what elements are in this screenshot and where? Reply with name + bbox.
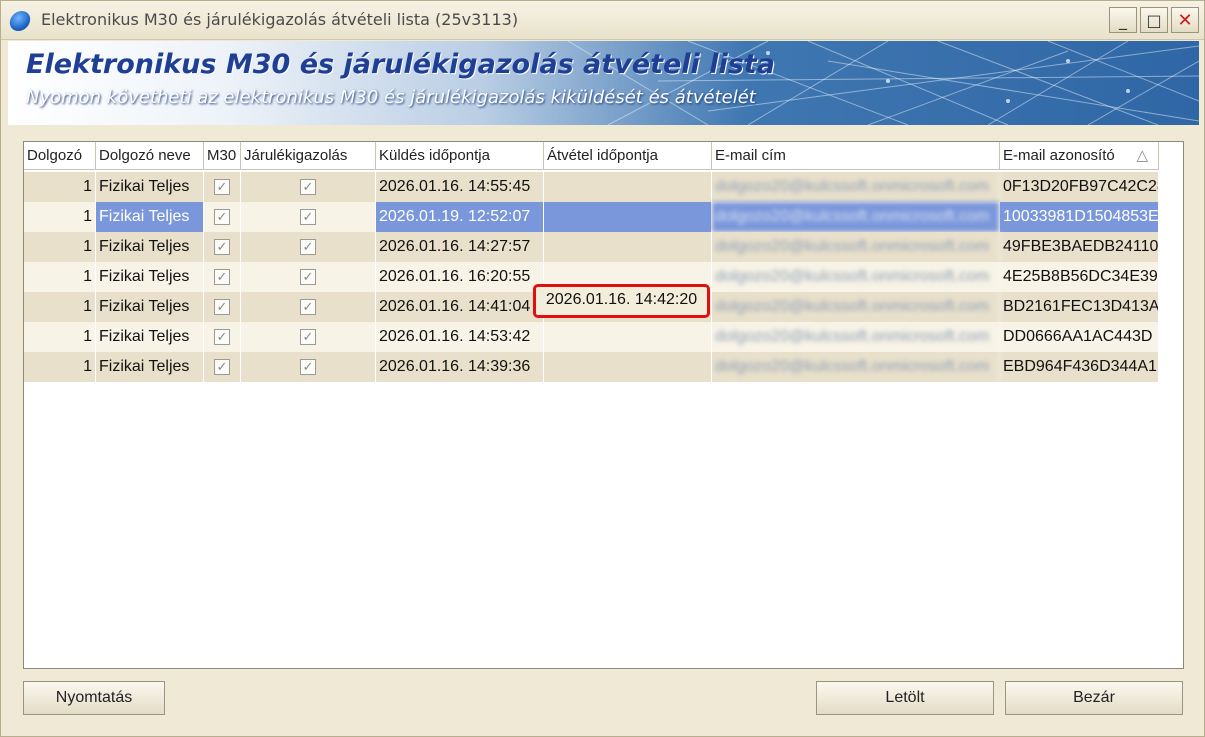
cell-jarulekigazolas[interactable]: ✓: [241, 202, 376, 232]
checkbox-checked-icon[interactable]: ✓: [214, 209, 230, 225]
cell-dolgozo-neve[interactable]: Fizikai Teljes: [96, 262, 204, 292]
cell-email-cim[interactable]: dolgozo20@kulcssoft.onmicrosoft.com: [712, 292, 1000, 322]
cell-m30[interactable]: ✓: [204, 292, 241, 322]
column-header-dolgozo[interactable]: Dolgozó: [24, 142, 96, 170]
cell-dolgozo[interactable]: 1: [24, 232, 96, 262]
checkbox-checked-icon[interactable]: ✓: [300, 329, 316, 345]
column-header-kuldes-idopontja[interactable]: Küldés időpontja: [376, 142, 544, 170]
cell-jarulekigazolas[interactable]: ✓: [241, 322, 376, 352]
column-header-atvetel-idopontja[interactable]: Átvétel időpontja: [544, 142, 712, 170]
checkbox-checked-icon[interactable]: ✓: [300, 179, 316, 195]
cell-email-cim[interactable]: dolgozo20@kulcssoft.onmicrosoft.com: [712, 262, 1000, 292]
cell-email-azonosito[interactable]: EBD964F436D344A1: [1000, 352, 1159, 382]
cell-dolgozo[interactable]: 1: [24, 292, 96, 322]
cell-jarulekigazolas[interactable]: ✓: [241, 292, 376, 322]
cell-jarulekigazolas[interactable]: ✓: [241, 172, 376, 202]
cell-dolgozo-neve[interactable]: Fizikai Teljes: [96, 292, 204, 322]
cell-email-cim[interactable]: dolgozo20@kulcssoft.onmicrosoft.com: [712, 352, 1000, 382]
cell-email-cim[interactable]: dolgozo20@kulcssoft.onmicrosoft.com: [712, 202, 1000, 232]
cell-email-cim[interactable]: dolgozo20@kulcssoft.onmicrosoft.com: [712, 322, 1000, 352]
data-grid[interactable]: Dolgozó Dolgozó neve M30 Járulékigazolás…: [23, 141, 1184, 669]
column-header-email-cim[interactable]: E-mail cím: [712, 142, 1000, 170]
checkbox-checked-icon[interactable]: ✓: [300, 209, 316, 225]
cell-dolgozo-neve[interactable]: Fizikai Teljes: [96, 232, 204, 262]
cell-email-azonosito[interactable]: DD0666AA1AC443D: [1000, 322, 1159, 352]
app-logo-icon: [8, 11, 32, 31]
cell-atvetel-idopontja[interactable]: [544, 352, 712, 382]
cell-m30[interactable]: ✓: [204, 172, 241, 202]
cell-email-azonosito[interactable]: 49FBE3BAEDB24110: [1000, 232, 1159, 262]
table-row[interactable]: 1 Fizikai Teljes ✓ ✓ 2026.01.16. 14:55:45 dol…: [24, 172, 1159, 202]
cell-dolgozo[interactable]: 1: [24, 262, 96, 292]
checkbox-checked-icon[interactable]: ✓: [214, 269, 230, 285]
column-header-email-azonosito-label: E-mail azonosító: [1003, 147, 1115, 164]
application-window: Elektronikus M30 és járulékigazolás átvé…: [0, 0, 1205, 737]
cell-dolgozo-neve[interactable]: Fizikai Teljes: [96, 172, 204, 202]
cell-kuldes-idopontja[interactable]: 2026.01.16. 14:41:04: [376, 292, 544, 322]
close-button[interactable]: Bezár: [1005, 681, 1183, 715]
checkbox-checked-icon[interactable]: ✓: [214, 299, 230, 315]
cell-atvetel-idopontja[interactable]: [544, 172, 712, 202]
cell-m30[interactable]: ✓: [204, 322, 241, 352]
banner-subtitle: Nyomon követheti az elektronikus M30 és …: [26, 87, 756, 108]
cell-email-cim[interactable]: dolgozo20@kulcssoft.onmicrosoft.com: [712, 172, 1000, 202]
cell-m30[interactable]: ✓: [204, 202, 241, 232]
cell-dolgozo-neve[interactable]: Fizikai Teljes: [96, 352, 204, 382]
cell-jarulekigazolas[interactable]: ✓: [241, 352, 376, 382]
checkbox-checked-icon[interactable]: ✓: [214, 359, 230, 375]
cell-jarulekigazolas[interactable]: ✓: [241, 232, 376, 262]
cell-email-azonosito[interactable]: 4E25B8B56DC34E39: [1000, 262, 1159, 292]
table-row[interactable]: 1 Fizikai Teljes ✓ ✓ 2026.01.16. 14:39:36 dol…: [24, 352, 1159, 382]
window-title: Elektronikus M30 és járulékigazolás átvé…: [41, 10, 519, 29]
cell-kuldes-idopontja[interactable]: 2026.01.16. 16:20:55: [376, 262, 544, 292]
sort-ascending-icon: △: [1136, 147, 1148, 164]
cell-m30[interactable]: ✓: [204, 232, 241, 262]
cell-m30[interactable]: ✓: [204, 262, 241, 292]
highlighted-atvetel-cell[interactable]: 2026.01.16. 14:42:20: [533, 284, 710, 318]
checkbox-checked-icon[interactable]: ✓: [214, 329, 230, 345]
checkbox-checked-icon[interactable]: ✓: [300, 359, 316, 375]
cell-dolgozo-neve[interactable]: Fizikai Teljes: [96, 322, 204, 352]
checkbox-checked-icon[interactable]: ✓: [300, 299, 316, 315]
cell-dolgozo-neve[interactable]: Fizikai Teljes: [96, 202, 204, 232]
download-button[interactable]: Letölt: [816, 681, 994, 715]
cell-email-azonosito[interactable]: 10033981D1504853E: [1000, 202, 1159, 232]
cell-jarulekigazolas[interactable]: ✓: [241, 262, 376, 292]
minimize-button[interactable]: _: [1109, 7, 1137, 33]
checkbox-checked-icon[interactable]: ✓: [300, 269, 316, 285]
cell-kuldes-idopontja[interactable]: 2026.01.19. 12:52:07: [376, 202, 544, 232]
column-header-m30[interactable]: M30: [204, 142, 241, 170]
cell-kuldes-idopontja[interactable]: 2026.01.16. 14:39:36: [376, 352, 544, 382]
close-window-button[interactable]: ✕: [1171, 7, 1199, 33]
cell-kuldes-idopontja[interactable]: 2026.01.16. 14:27:57: [376, 232, 544, 262]
cell-atvetel-idopontja[interactable]: [544, 322, 712, 352]
cell-dolgozo[interactable]: 1: [24, 322, 96, 352]
cell-email-azonosito[interactable]: BD2161FEC13D413A: [1000, 292, 1159, 322]
cell-atvetel-idopontja[interactable]: [544, 202, 712, 232]
table-row[interactable]: 1 Fizikai Teljes ✓ ✓ 2026.01.19. 12:52:07 dol…: [24, 202, 1159, 232]
checkbox-checked-icon[interactable]: ✓: [300, 239, 316, 255]
header-banner: Elektronikus M30 és járulékigazolás átvé…: [8, 41, 1199, 125]
cell-email-azonosito[interactable]: 0F13D20FB97C42C28: [1000, 172, 1159, 202]
cell-dolgozo[interactable]: 1: [24, 172, 96, 202]
maximize-button[interactable]: □: [1140, 7, 1168, 33]
cell-kuldes-idopontja[interactable]: 2026.01.16. 14:55:45: [376, 172, 544, 202]
column-header-dolgozo-neve[interactable]: Dolgozó neve: [96, 142, 204, 170]
checkbox-checked-icon[interactable]: ✓: [214, 239, 230, 255]
banner-title: Elektronikus M30 és járulékigazolás átvé…: [26, 49, 775, 80]
cell-dolgozo[interactable]: 1: [24, 202, 96, 232]
table-row[interactable]: 1 Fizikai Teljes ✓ ✓ 2026.01.16. 14:53:42 dol…: [24, 322, 1159, 352]
title-bar[interactable]: Elektronikus M30 és járulékigazolás átvé…: [1, 1, 1204, 40]
cell-dolgozo[interactable]: 1: [24, 352, 96, 382]
cell-m30[interactable]: ✓: [204, 352, 241, 382]
cell-atvetel-idopontja[interactable]: [544, 232, 712, 262]
column-header-email-azonosito[interactable]: E-mail azonosító △: [1000, 142, 1159, 170]
table-row[interactable]: 1 Fizikai Teljes ✓ ✓ 2026.01.16. 14:27:57 dol…: [24, 232, 1159, 262]
column-header-jarulekigazolas[interactable]: Járulékigazolás: [241, 142, 376, 170]
grid-header: Dolgozó Dolgozó neve M30 Járulékigazolás…: [24, 142, 1183, 171]
cell-email-cim[interactable]: dolgozo20@kulcssoft.onmicrosoft.com: [712, 232, 1000, 262]
checkbox-checked-icon[interactable]: ✓: [214, 179, 230, 195]
cell-kuldes-idopontja[interactable]: 2026.01.16. 14:53:42: [376, 322, 544, 352]
print-button[interactable]: Nyomtatás: [23, 681, 165, 715]
